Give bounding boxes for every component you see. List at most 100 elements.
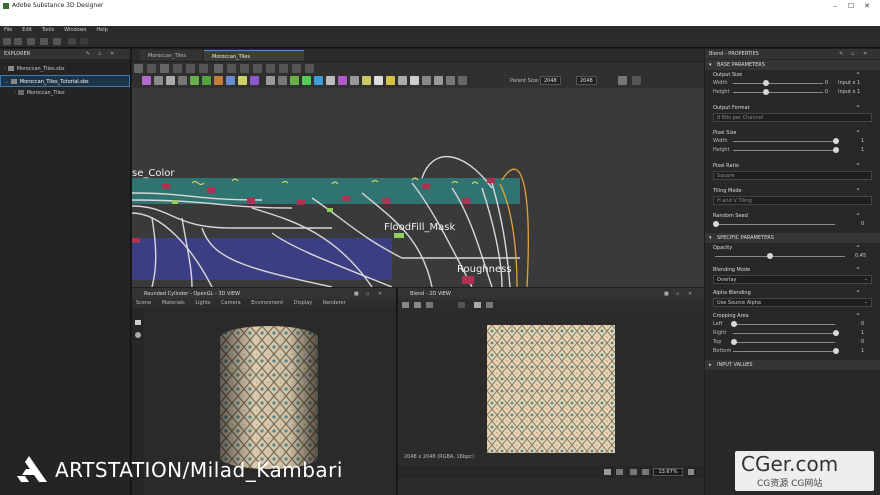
pixel-processor-icon[interactable] bbox=[386, 76, 395, 85]
save-image-icon[interactable] bbox=[414, 302, 421, 308]
pixel-width-slider[interactable] bbox=[733, 141, 835, 142]
link-icon[interactable]: ⚭ bbox=[856, 312, 860, 318]
section-input-values[interactable]: ▸ INPUT VALUES bbox=[705, 360, 880, 370]
crop-bottom-slider[interactable] bbox=[733, 351, 835, 352]
pin-icon[interactable]: ■ bbox=[354, 291, 359, 297]
menu-camera[interactable]: Camera bbox=[221, 300, 241, 306]
tiling-mode-select[interactable]: H and V Tiling bbox=[713, 196, 872, 205]
blend-node-icon[interactable] bbox=[142, 76, 151, 85]
menu-help[interactable]: Help bbox=[92, 26, 111, 34]
graph-node-icon[interactable] bbox=[458, 76, 467, 85]
pixel-height-slider[interactable] bbox=[733, 150, 835, 151]
link-icon[interactable]: ⚭ bbox=[856, 266, 860, 272]
link-icon[interactable]: ⚭ bbox=[856, 129, 860, 135]
hsl-node-icon[interactable] bbox=[250, 76, 259, 85]
output-node-icon[interactable] bbox=[422, 76, 431, 85]
layout-icon[interactable] bbox=[147, 64, 156, 73]
crop-right-knob[interactable] bbox=[833, 330, 839, 336]
alpha-blending-select[interactable]: Use Source Alpha ⌄ bbox=[713, 298, 872, 307]
tree-item-package[interactable]: › Moroccan_Tiles.sbs bbox=[0, 63, 130, 75]
crop-top-slider[interactable] bbox=[733, 342, 835, 343]
save-all-icon[interactable] bbox=[53, 38, 61, 45]
panel-close-icon[interactable]: ✕ bbox=[110, 51, 114, 57]
node-options-icon[interactable] bbox=[632, 76, 641, 85]
link-icon[interactable]: ⚭ bbox=[856, 244, 860, 250]
prop-mode[interactable]: Input x 1 bbox=[838, 89, 860, 95]
input-node-icon[interactable] bbox=[410, 76, 419, 85]
snap-icon[interactable] bbox=[240, 64, 249, 73]
tab-moroccan-tiles-2[interactable]: Moroccan_Tiles bbox=[204, 50, 304, 61]
close-button[interactable]: ✕ bbox=[860, 2, 874, 10]
align-icon[interactable] bbox=[227, 64, 236, 73]
save-icon[interactable] bbox=[40, 38, 48, 45]
output-format-select[interactable]: 8 Bits per Channel bbox=[713, 113, 872, 122]
crop-left-slider[interactable] bbox=[733, 324, 835, 325]
tab-moroccan-tiles-1[interactable]: Moroccan_Tiles bbox=[140, 50, 202, 61]
fit-icon[interactable] bbox=[402, 302, 409, 308]
pixel-ratio-select[interactable]: Square bbox=[713, 171, 872, 180]
distance-node-icon[interactable] bbox=[202, 76, 211, 85]
curve-node-icon[interactable] bbox=[178, 76, 187, 85]
section-base-parameters[interactable]: ▾ BASE PARAMETERS bbox=[705, 60, 880, 70]
grid-icon[interactable] bbox=[253, 64, 262, 73]
maximize-button[interactable]: ☐ bbox=[844, 2, 858, 10]
blending-mode-select[interactable]: Overlay ⌄ bbox=[713, 275, 872, 284]
value-processor-icon[interactable] bbox=[398, 76, 407, 85]
menu-environment[interactable]: Environment bbox=[251, 300, 283, 306]
graph-canvas[interactable]: se_Color FloodFill_Mask Roughness bbox=[132, 88, 704, 287]
blur-node-icon[interactable] bbox=[154, 76, 163, 85]
panel-close-icon[interactable]: ✕ bbox=[688, 291, 692, 297]
parent-size-width-select[interactable]: 2048 bbox=[540, 76, 561, 85]
3d-cylinder-preview[interactable] bbox=[220, 326, 318, 469]
frame-icon[interactable] bbox=[186, 64, 195, 73]
float-icon[interactable]: ▫ bbox=[851, 51, 854, 57]
output-height-knob[interactable] bbox=[763, 89, 769, 95]
emboss-node-icon[interactable] bbox=[214, 76, 223, 85]
zoom-level-field[interactable]: 13.67% bbox=[653, 468, 683, 476]
transform-node-icon[interactable] bbox=[302, 76, 311, 85]
levels-node-icon[interactable] bbox=[266, 76, 275, 85]
tree-item-graph[interactable]: › Moroccan_Tiles bbox=[0, 87, 130, 99]
link-icon[interactable]: ⚭ bbox=[856, 71, 860, 77]
link-icon[interactable]: ⚭ bbox=[856, 212, 860, 218]
copy-icon[interactable] bbox=[426, 302, 433, 308]
passthrough-node-icon[interactable] bbox=[446, 76, 455, 85]
panel-close-icon[interactable]: ✕ bbox=[863, 51, 867, 57]
menu-renderer[interactable]: Renderer bbox=[323, 300, 346, 306]
uniform-node-icon[interactable] bbox=[314, 76, 323, 85]
redo-icon[interactable] bbox=[80, 38, 88, 45]
crop-left-knob[interactable] bbox=[731, 321, 737, 327]
output-width-knob[interactable] bbox=[763, 80, 769, 86]
light-icon[interactable] bbox=[135, 332, 141, 338]
parent-size-height-select[interactable]: 2048 bbox=[576, 76, 597, 85]
warp-node-icon[interactable] bbox=[326, 76, 335, 85]
opacity-knob[interactable] bbox=[767, 253, 773, 259]
sharpen-node-icon[interactable] bbox=[290, 76, 299, 85]
search-icon[interactable] bbox=[214, 64, 223, 73]
node-toggle-icon[interactable] bbox=[618, 76, 627, 85]
text-node-icon[interactable] bbox=[338, 76, 347, 85]
menu-edit[interactable]: Edit bbox=[18, 26, 36, 34]
opacity-slider[interactable] bbox=[715, 256, 845, 257]
dot-node-icon[interactable] bbox=[434, 76, 443, 85]
menu-file[interactable]: File bbox=[0, 26, 16, 34]
link-icon[interactable]: ⚭ bbox=[856, 162, 860, 168]
crop-icon[interactable] bbox=[292, 64, 301, 73]
histogram-icon[interactable] bbox=[486, 302, 493, 308]
pixel-height-knob[interactable] bbox=[833, 147, 839, 153]
float-icon[interactable]: ▫ bbox=[98, 51, 101, 57]
pin-icon[interactable]: ✎ bbox=[86, 51, 90, 57]
new-graph-icon[interactable] bbox=[3, 38, 11, 45]
zoom-in-icon[interactable] bbox=[642, 469, 649, 475]
view-icon[interactable] bbox=[305, 64, 314, 73]
menu-tools[interactable]: Tools bbox=[38, 26, 58, 34]
screenshot-icon[interactable] bbox=[160, 64, 169, 73]
fxmap-node-icon[interactable] bbox=[374, 76, 383, 85]
camera-icon[interactable] bbox=[135, 320, 141, 325]
grid-icon[interactable] bbox=[604, 469, 611, 475]
crop-right-slider[interactable] bbox=[733, 333, 835, 334]
info-icon[interactable] bbox=[474, 302, 481, 308]
menu-display[interactable]: Display bbox=[294, 300, 312, 306]
float-icon[interactable]: ▫ bbox=[366, 291, 369, 297]
open-icon[interactable] bbox=[27, 38, 35, 45]
